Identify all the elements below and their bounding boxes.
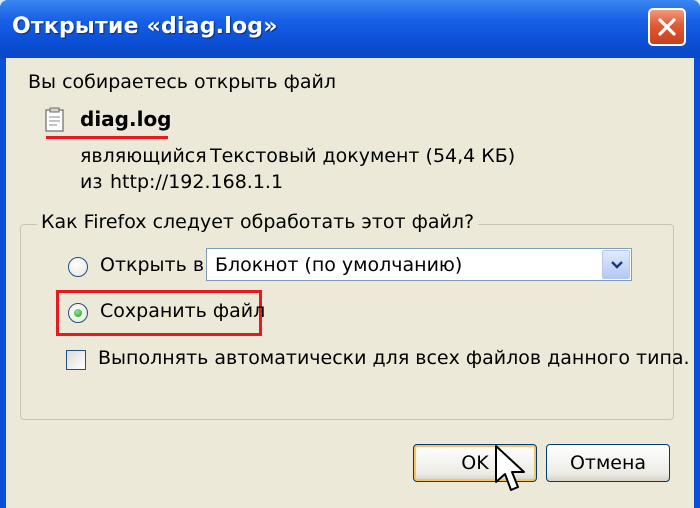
from-value: http://192.168.1.1: [110, 171, 284, 193]
filename-underline-annotation: [46, 136, 168, 139]
dropdown-button[interactable]: [602, 250, 630, 279]
auto-action-label[interactable]: Выполнять автоматически для всех файлов …: [98, 347, 690, 369]
open-with-radio[interactable]: [68, 257, 88, 277]
cancel-button[interactable]: Отмена: [546, 444, 670, 482]
dialog-body: Вы собираетесь открыть файл diag.log явл…: [6, 58, 694, 508]
open-with-label[interactable]: Открыть в: [100, 254, 204, 276]
from-label: из: [80, 171, 103, 193]
close-icon: [658, 18, 676, 36]
close-button[interactable]: [648, 8, 686, 46]
type-label: являющийся: [80, 145, 207, 167]
open-with-selected-value: Блокнот (по умолчанию): [215, 254, 463, 276]
type-value: Текстовый документ (54,4 КБ): [210, 145, 516, 167]
file-name: diag.log: [80, 107, 172, 131]
mouse-pointer-icon: [495, 445, 525, 491]
window-title: Открытие «diag.log»: [12, 14, 278, 39]
title-bar[interactable]: Открытие «diag.log»: [0, 0, 700, 58]
chevron-down-icon: [611, 261, 623, 269]
open-with-select[interactable]: Блокнот (по умолчанию): [206, 248, 632, 281]
save-file-label[interactable]: Сохранить файл: [100, 300, 265, 322]
action-group-title: Как Firefox следует обработать этот файл…: [37, 211, 479, 233]
dialog-window: Открытие «diag.log» Вы собираетесь откры…: [0, 0, 700, 508]
text-file-icon: [45, 107, 64, 132]
intro-text: Вы собираетесь открыть файл: [28, 71, 336, 93]
save-file-radio[interactable]: [68, 303, 88, 323]
radio-selected-dot: [74, 309, 82, 317]
auto-action-checkbox[interactable]: [66, 350, 86, 370]
